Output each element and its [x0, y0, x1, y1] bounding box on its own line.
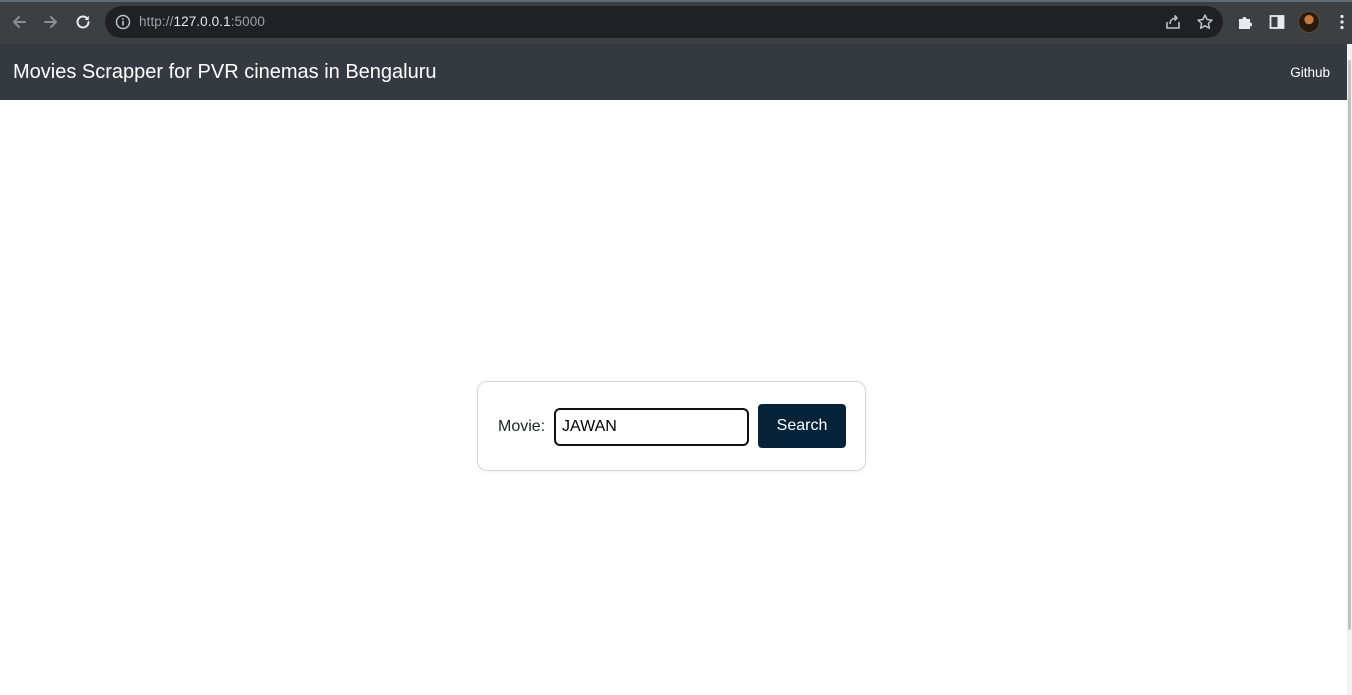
search-button[interactable]: Search — [758, 404, 846, 448]
scrollbar-thumb[interactable] — [1348, 60, 1351, 630]
github-link[interactable]: Github — [1290, 65, 1330, 80]
navbar-brand[interactable]: Movies Scrapper for PVR cinemas in Benga… — [13, 61, 437, 84]
movie-label: Movie: — [498, 418, 546, 435]
browser-menu-button[interactable] — [1328, 8, 1352, 36]
movie-input[interactable] — [554, 408, 749, 446]
kebab-menu-icon — [1340, 14, 1344, 30]
tab-strip-edge — [0, 0, 1352, 2]
url-scheme: http:// — [139, 14, 174, 29]
browser-toolbar: http://127.0.0.1:5000 — [0, 0, 1352, 44]
reload-button[interactable] — [69, 8, 97, 36]
app-navbar: Movies Scrapper for PVR cinemas in Benga… — [0, 44, 1347, 100]
url-port: :5000 — [230, 14, 265, 29]
back-button[interactable] — [5, 8, 33, 36]
page-scrollbar[interactable] — [1347, 44, 1352, 695]
side-panel-button[interactable] — [1263, 8, 1291, 36]
info-icon[interactable] — [115, 14, 131, 30]
side-panel-icon — [1269, 15, 1285, 29]
address-bar[interactable]: http://127.0.0.1:5000 — [105, 6, 1223, 38]
share-icon[interactable] — [1164, 13, 1182, 31]
star-icon[interactable] — [1196, 13, 1214, 31]
reload-icon — [76, 15, 90, 29]
url-host: 127.0.0.1 — [173, 14, 231, 29]
forward-icon — [44, 16, 57, 28]
avatar[interactable] — [1298, 11, 1320, 33]
extensions-button[interactable] — [1231, 8, 1259, 36]
url-text[interactable]: http://127.0.0.1:5000 — [139, 14, 265, 29]
extensions-icon — [1239, 17, 1252, 29]
back-icon — [13, 16, 26, 28]
search-form-card: Movie: Search — [477, 381, 866, 471]
forward-button[interactable] — [37, 8, 65, 36]
